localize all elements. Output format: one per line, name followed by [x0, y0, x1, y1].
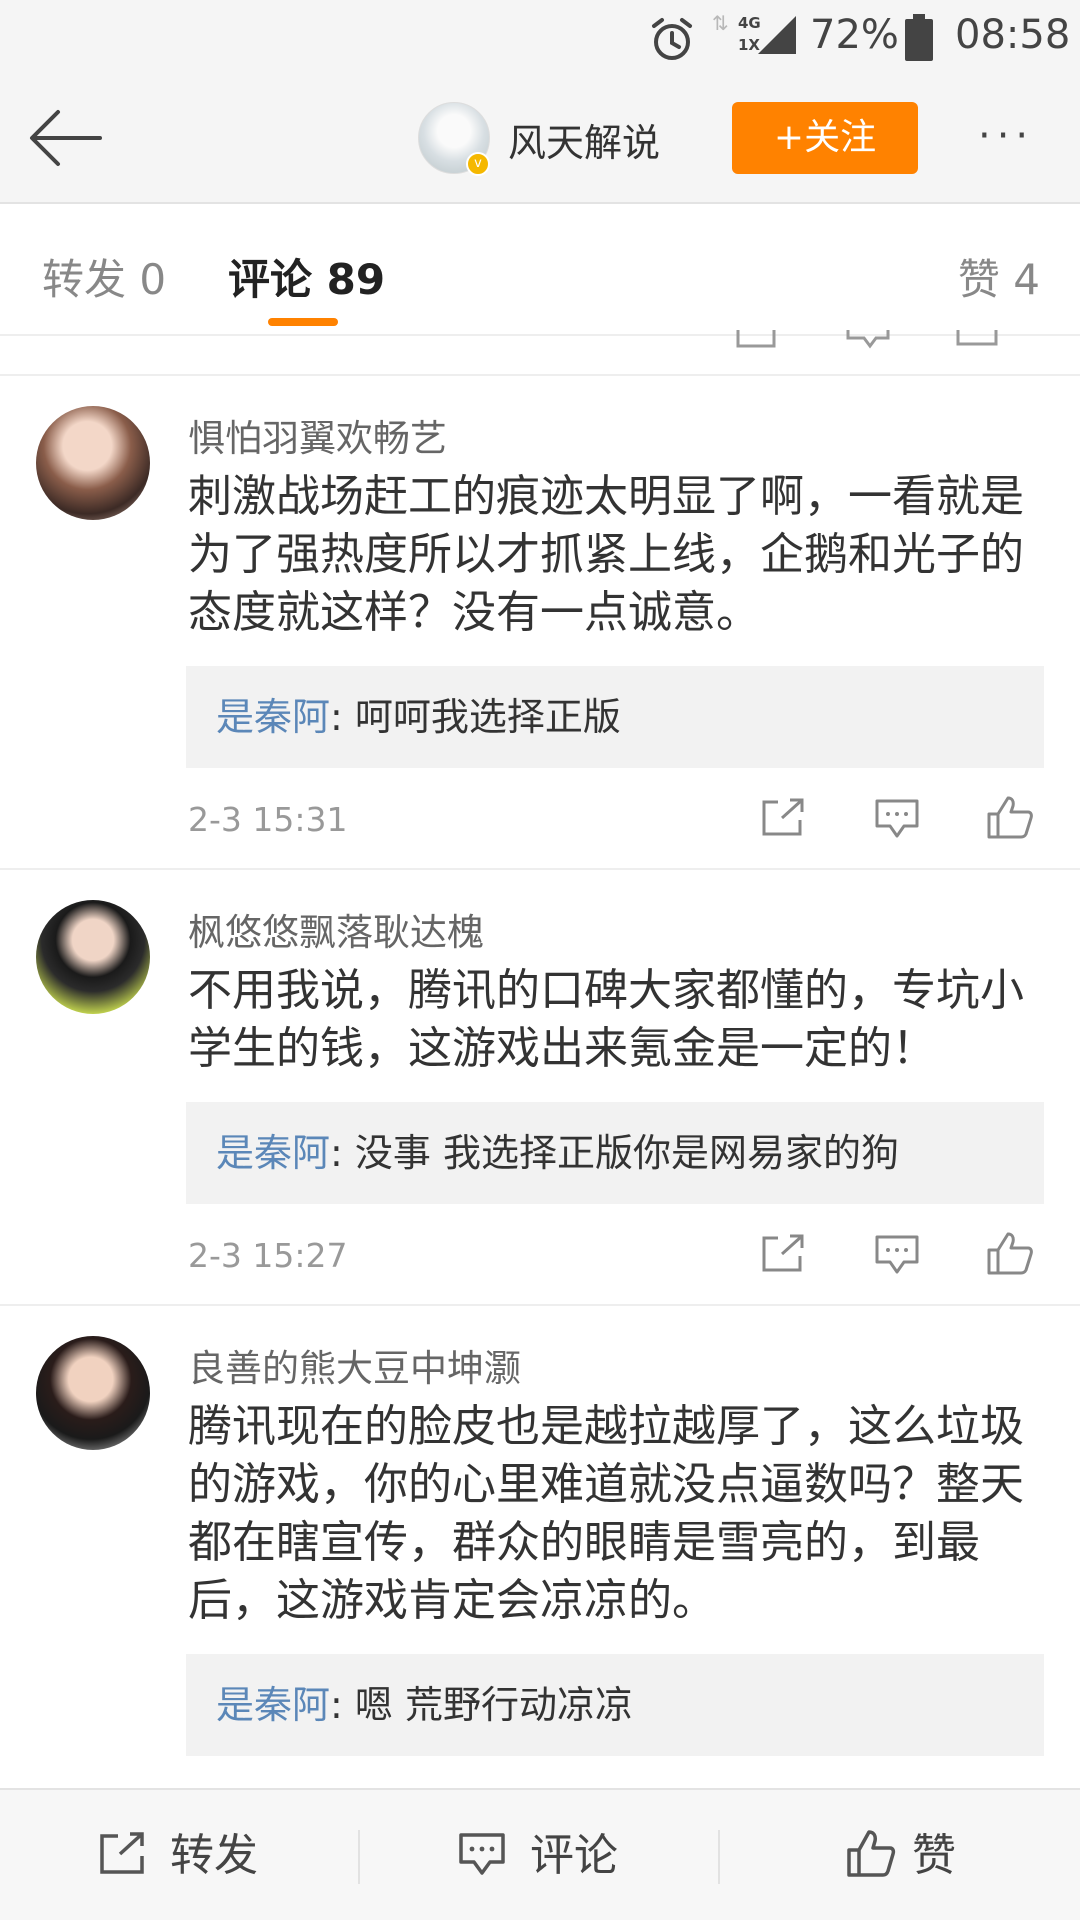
divider — [0, 1304, 1080, 1306]
user-avatar[interactable] — [36, 1336, 150, 1450]
comment-icon — [846, 330, 890, 349]
reply-box[interactable]: 是秦阿: 没事 我选择正版你是网易家的狗 — [186, 1102, 1044, 1204]
tab-bar: 转发 0 评论 89 赞 4 — [0, 204, 1080, 336]
more-options-icon[interactable]: ··· — [978, 116, 1034, 156]
back-arrow-icon[interactable] — [28, 106, 104, 170]
comment-icon[interactable] — [874, 798, 920, 840]
reply-username[interactable]: 是秦阿 — [216, 1683, 330, 1727]
thumbs-up-icon[interactable] — [986, 794, 1034, 840]
comment-username[interactable]: 枫悠悠飘落耿达槐 — [188, 902, 484, 956]
share-icon — [736, 330, 776, 348]
reply-box[interactable]: 是秦阿: 嗯 荒野行动凉凉 — [186, 1654, 1044, 1756]
bottom-action-bar: 转发 评论 赞 — [0, 1788, 1080, 1920]
battery-percent: 72% — [810, 12, 899, 58]
comment-username[interactable]: 良善的熊大豆中坤灏 — [188, 1338, 521, 1392]
like-button[interactable]: 赞 — [912, 1790, 956, 1920]
author-name[interactable]: 风天解说 — [508, 112, 660, 167]
reply-text: : 呵呵我选择正版 — [330, 695, 621, 739]
follow-button[interactable]: +关注 — [732, 102, 918, 174]
clock: 08:58 — [955, 12, 1071, 58]
comment-icon[interactable] — [458, 1832, 506, 1878]
top-nav-bar: v 风天解说 +关注 ··· — [0, 72, 1080, 204]
separator — [358, 1830, 360, 1884]
comment-text: 刺激战场赶工的痕迹太明显了啊，一看就是为了强热度所以才抓紧上线，企鹅和光子的态度… — [188, 471, 1024, 638]
separator — [718, 1830, 720, 1884]
tab-like[interactable]: 赞 4 — [958, 246, 1040, 307]
reply-username[interactable]: 是秦阿 — [216, 1131, 330, 1175]
repost-button[interactable]: 转发 — [170, 1790, 258, 1920]
user-avatar[interactable] — [36, 406, 150, 520]
share-icon[interactable] — [760, 798, 806, 838]
status-bar: ⇅ 4G 1X 72% 08:58 — [0, 0, 1080, 72]
divider — [0, 868, 1080, 870]
comment-button[interactable]: 评论 — [530, 1790, 618, 1920]
comment-text: 不用我说，腾讯的口碑大家都懂的，专坑小学生的钱，这游戏出来氪金是一定的！ — [188, 965, 1024, 1074]
user-avatar[interactable] — [36, 900, 150, 1014]
data-arrows-icon: ⇅ — [712, 11, 729, 35]
tab-comment[interactable]: 评论 89 — [228, 246, 385, 307]
reply-username[interactable]: 是秦阿 — [216, 695, 330, 739]
alarm-icon — [652, 18, 692, 60]
verified-badge-icon: v — [466, 152, 490, 176]
reply-text: : 嗯 荒野行动凉凉 — [330, 1683, 633, 1727]
partial-comment-footer — [0, 330, 1080, 374]
active-tab-indicator — [268, 318, 338, 326]
share-icon[interactable] — [760, 1234, 806, 1274]
thumbs-up-icon — [956, 330, 998, 346]
thumbs-up-icon[interactable] — [986, 1230, 1034, 1276]
signal-icon — [758, 16, 796, 54]
thumbs-up-icon[interactable] — [846, 1828, 896, 1878]
comment-date: 2-3 15:31 — [188, 800, 348, 839]
reply-box[interactable]: 是秦阿: 呵呵我选择正版 — [186, 666, 1044, 768]
comment-icon[interactable] — [874, 1234, 920, 1276]
comment-text: 腾讯现在的脸皮也是越拉越厚了，这么垃圾的游戏，你的心里难道就没点逼数吗？整天都在… — [188, 1401, 1024, 1626]
divider — [0, 374, 1080, 376]
battery-icon — [905, 14, 933, 61]
comment-date: 2-3 15:27 — [188, 1236, 348, 1275]
reply-text: : 没事 我选择正版你是网易家的狗 — [330, 1131, 899, 1175]
tab-repost[interactable]: 转发 0 — [42, 246, 166, 307]
comment-username[interactable]: 惧怕羽翼欢畅艺 — [188, 408, 447, 462]
share-icon[interactable] — [98, 1832, 146, 1876]
